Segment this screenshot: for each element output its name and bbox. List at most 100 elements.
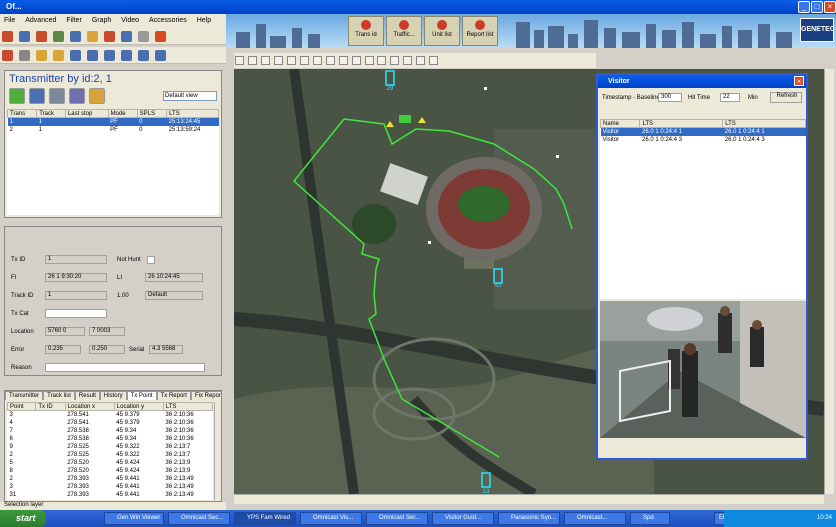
- tab-result[interactable]: Result: [74, 391, 100, 400]
- cut-icon[interactable]: [2, 31, 13, 42]
- clear-icon[interactable]: [88, 88, 105, 104]
- arrow-right-icon[interactable]: [18, 50, 30, 61]
- menu-help[interactable]: Help: [193, 14, 215, 27]
- table-row[interactable]: 31 278.393 45 9.441 36 2:13:49: [8, 491, 213, 499]
- zoom-in-icon[interactable]: [247, 56, 257, 65]
- align-center-icon[interactable]: [86, 50, 98, 61]
- layer-icon[interactable]: [154, 50, 166, 61]
- pan-icon[interactable]: [235, 56, 244, 65]
- points-scrollbar[interactable]: [214, 402, 221, 500]
- arrow-left-icon[interactable]: [2, 50, 13, 61]
- distribute-icon[interactable]: [120, 50, 132, 61]
- settings-icon[interactable]: [416, 56, 426, 65]
- export-icon[interactable]: [68, 88, 85, 104]
- taskbar-item[interactable]: Omnicast Ser...: [366, 512, 428, 525]
- ruler-icon[interactable]: [312, 56, 322, 65]
- table-row[interactable]: 3 278.541 45 9.379 36 2:10:36: [8, 411, 213, 419]
- tab-track-list[interactable]: Track list: [43, 391, 75, 400]
- mail-icon[interactable]: [120, 31, 132, 42]
- align-left-icon[interactable]: [69, 50, 81, 61]
- table-row[interactable]: Visitor 26.0 1 0:24:4 3 26.0 1 0:24:4 3: [601, 136, 806, 144]
- layer-toggle-icon[interactable]: [299, 56, 309, 65]
- refresh-button[interactable]: Refresh: [770, 92, 802, 103]
- error2-field[interactable]: 0.250: [89, 345, 125, 354]
- taskbar-item[interactable]: Omnicast...: [564, 512, 626, 525]
- highlight-icon[interactable]: [35, 50, 47, 61]
- grid-icon[interactable]: [137, 50, 149, 61]
- table-row[interactable]: 4 278.541 45 9.379 36 2:10:36: [8, 419, 213, 427]
- view-select[interactable]: Default view: [163, 91, 217, 101]
- close-icon[interactable]: ×: [794, 76, 804, 86]
- hit-time-input[interactable]: 22: [720, 93, 740, 102]
- fi-field[interactable]: 26 1 9:30:20: [45, 273, 107, 282]
- print-icon[interactable]: [137, 31, 149, 42]
- taskbar-item[interactable]: Visitor Guid...: [432, 512, 494, 525]
- point-icon[interactable]: [364, 56, 374, 65]
- traffic-button[interactable]: Traffic...: [386, 16, 422, 46]
- table-row[interactable]: 7 278.538 45 9.34 36 2:10:36: [8, 427, 213, 435]
- table-row[interactable]: 9 278.525 45 9.322 36 2:13:7: [8, 443, 213, 451]
- menu-video[interactable]: Video: [117, 14, 143, 27]
- col-trans[interactable]: Trans: [6, 109, 38, 118]
- menu-file[interactable]: File: [0, 14, 19, 27]
- check-icon[interactable]: [9, 88, 25, 104]
- table-icon[interactable]: [69, 31, 81, 42]
- table-row[interactable]: 5 278.520 45 9.424 36 2:13:9: [8, 459, 213, 467]
- not-hunt-checkbox[interactable]: [147, 256, 155, 264]
- location-y-field[interactable]: 7 0003: [89, 327, 125, 336]
- taskbar-item[interactable]: Omnicast Vis...: [300, 512, 362, 525]
- delete-icon[interactable]: [35, 31, 47, 42]
- refresh-icon[interactable]: [338, 56, 348, 65]
- tab-history[interactable]: History: [99, 391, 127, 400]
- col-spls[interactable]: SPLS: [136, 109, 168, 118]
- zoom-extent-icon[interactable]: [273, 56, 283, 65]
- select-icon[interactable]: [52, 50, 64, 61]
- table-row[interactable]: 1 1 PF 0 25:13:24:45: [7, 117, 219, 126]
- measure-icon[interactable]: [286, 56, 296, 65]
- table-row[interactable]: 2 278.525 45 9.322 36 2:13:7: [8, 451, 213, 459]
- print-map-icon[interactable]: [390, 56, 400, 65]
- trans-id-button[interactable]: Trans id: [348, 16, 384, 46]
- route-icon[interactable]: [377, 56, 387, 65]
- zoom-out-icon[interactable]: [260, 56, 270, 65]
- li-field[interactable]: 26 10:24:45: [145, 273, 203, 282]
- col-track[interactable]: Track: [36, 109, 66, 118]
- close-button[interactable]: ×: [824, 1, 836, 13]
- help-icon[interactable]: [429, 56, 439, 65]
- align-right-icon[interactable]: [103, 50, 115, 61]
- col-location-y[interactable]: Location y: [113, 402, 164, 411]
- camera-video-feed[interactable]: [600, 301, 806, 438]
- col-last-stop[interactable]: Last stop: [64, 109, 109, 118]
- columns-icon[interactable]: [48, 88, 65, 104]
- tx-id-field[interactable]: 1: [45, 255, 107, 264]
- stop-icon[interactable]: [154, 31, 166, 42]
- tab-tx-point[interactable]: Tx Point: [126, 391, 157, 400]
- col-mode[interactable]: Mode: [107, 109, 138, 118]
- maximize-button[interactable]: □: [811, 1, 823, 13]
- flag-icon[interactable]: [103, 31, 115, 42]
- table-row[interactable]: 2 1 PF 0 25:13:59:24: [8, 126, 219, 134]
- tab-transmitter[interactable]: Transmitter: [5, 391, 44, 400]
- col-lts[interactable]: LTS: [162, 402, 213, 411]
- col-lts[interactable]: LTS: [166, 109, 219, 118]
- table-row[interactable]: 8 278.520 45 9.424 36 2:13:9: [8, 467, 213, 475]
- filter-icon[interactable]: [52, 31, 64, 42]
- location-x-field[interactable]: 5760 0: [45, 327, 85, 336]
- taskbar-item[interactable]: Panasonic Syn...: [498, 512, 560, 525]
- map-horizontal-scrollbar[interactable]: [234, 494, 824, 504]
- menu-accessories[interactable]: Accessories: [145, 14, 191, 27]
- copy-icon[interactable]: [18, 31, 30, 42]
- track-icon[interactable]: [351, 56, 361, 65]
- report-list-button[interactable]: Report list: [462, 16, 498, 46]
- reason-field[interactable]: [45, 363, 205, 372]
- start-button[interactable]: start: [0, 510, 46, 527]
- minimize-button[interactable]: _: [798, 1, 810, 13]
- col-lts-2[interactable]: LTS: [722, 119, 806, 128]
- table-row[interactable]: 2 278.393 45 9.441 36 2:13:49: [8, 475, 213, 483]
- taskbar-item[interactable]: Spd: [630, 512, 670, 525]
- taskbar-item[interactable]: Gen Win Viewer: [104, 512, 164, 525]
- col-point[interactable]: Point: [7, 402, 37, 411]
- table-row[interactable]: 3 278.393 45 9.441 36 2:13:49: [8, 483, 213, 491]
- menu-filter[interactable]: Filter: [62, 14, 86, 27]
- tx-cat-field[interactable]: [45, 309, 107, 318]
